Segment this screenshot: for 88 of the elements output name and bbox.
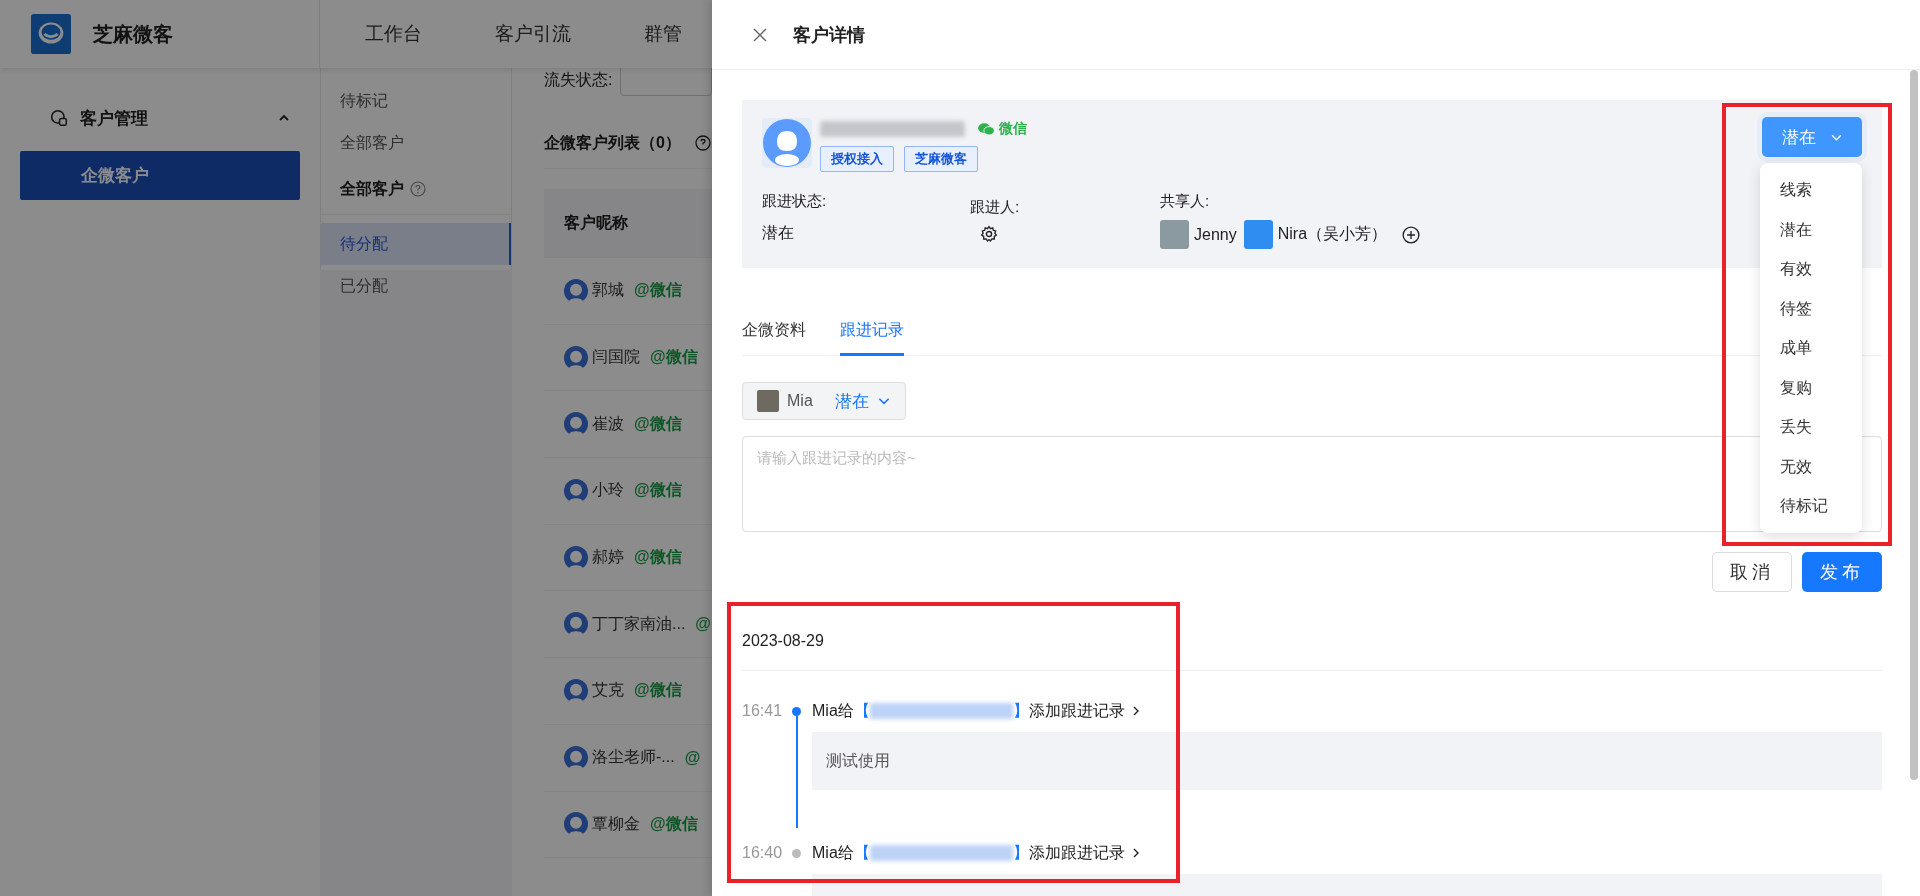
source-label: @微信 [650,813,698,834]
follower-chip[interactable]: Mia 潜在 [742,382,906,420]
record-author: Mia给 [812,842,854,863]
bracket-text: 】 [1012,842,1029,863]
source-label: @微信 [634,547,682,568]
drawer-title: 客户详情 [793,23,865,47]
publish-button[interactable]: 发布 [1802,552,1882,592]
menu-item[interactable]: 成单 [1760,328,1862,368]
nav-link[interactable]: 工作台 [320,0,422,68]
field-value: 潜在 [762,223,795,243]
menu-item[interactable]: 无效 [1760,446,1862,486]
avatar-icon [564,545,588,570]
record-action: 添加跟进记录 [1028,700,1125,721]
avatar-icon [564,678,588,703]
app-name: 芝麻微客 [93,21,173,47]
channel-label: 微信 [999,120,1027,138]
avatar-icon [564,612,588,637]
source-label: @微信 [634,280,682,301]
source-label: @微信 [634,413,682,434]
cancel-button[interactable]: 取消 [1712,552,1792,592]
chat-icon [977,122,995,136]
sidebar-group[interactable]: 客户管理 [0,103,320,133]
submenu-heading: 全部客户 [340,178,404,199]
record-author: Mia给 [812,700,854,721]
customer-name: 洛尘老师-... [592,747,675,768]
customer-name: 小玲 [592,480,624,501]
follower-name: Mia [787,392,813,410]
menu-item[interactable]: 潜在 [1760,209,1862,249]
source-label: @微信 [634,680,682,701]
customer-name: 闫国院 [592,347,640,368]
avatar-icon [564,745,588,770]
field-label: 共享人: [1160,192,1211,211]
status-label: 潜在 [834,390,869,413]
submenu-item[interactable]: 待标记 [321,80,511,122]
source-label: @微信 [650,347,698,368]
photo-placeholder [757,390,779,412]
record-action: 添加跟进记录 [1028,842,1125,863]
scrollbar[interactable] [1910,70,1918,780]
submenu-item[interactable]: 已分配 [321,265,511,307]
menu-item[interactable]: 待标记 [1760,486,1862,526]
record-content: 测试使用 [826,750,890,771]
close-icon[interactable] [752,26,768,43]
nav-link[interactable]: 群管 [599,0,682,68]
source-label: @ [695,615,711,634]
menu-item[interactable]: 线索 [1760,170,1862,210]
time-label: 16:40 [742,844,784,862]
list-title: 企微客户列表（0） [544,132,681,153]
submenu-item[interactable]: 全部客户 [321,122,511,164]
help-icon [694,135,711,151]
tab[interactable]: 企微资料 [742,320,806,356]
column-header: 客户昵称 [564,212,628,233]
field-label: 跟进状态: [762,192,828,211]
avatar-icon [564,278,588,303]
customer-name: 丁丁家南油... [592,613,686,634]
menu-item[interactable]: 待签 [1760,288,1862,328]
sidebar-item[interactable]: 企微客户 [20,151,300,200]
add-icon[interactable] [1402,225,1421,244]
sharer-name: Jenny [1194,225,1237,244]
bracket-text: 】 [1012,700,1029,721]
help-icon [410,181,426,197]
sharer-name: Nira（吴小芳） [1277,224,1388,244]
avatar-icon [564,345,588,370]
field-label: 跟进人: [970,198,1021,217]
menu-item[interactable]: 有效 [1760,249,1862,289]
avatar-icon [564,812,588,837]
time-label: 16:41 [742,702,784,720]
customer-name: 郝婷 [592,547,624,568]
avatar-icon [564,478,588,503]
bracket-text: 【 [853,700,870,721]
date-heading: 2023-08-29 [742,612,1882,671]
customer-icon [50,109,68,127]
source-label: @微信 [634,480,682,501]
nav-link[interactable]: 客户引流 [450,0,571,68]
filter-label: 流失状态: [544,69,613,90]
tab[interactable]: 跟进记录 [840,320,904,356]
customer-name: 郭城 [592,280,624,301]
customer-name: 崔波 [592,413,624,434]
avatar-icon [762,118,812,168]
customer-name: 覃柳金 [592,813,640,834]
avatar-icon [564,412,588,437]
bracket-text: 【 [853,842,870,863]
tag: 授权接入 [820,146,894,172]
tag: 芝麻微客 [904,146,978,172]
settings-icon[interactable] [980,225,998,243]
logo-icon [31,14,71,54]
customer-name: 艾克 [592,680,624,701]
menu-item[interactable]: 复购 [1760,367,1862,407]
source-label: @ [684,748,701,767]
